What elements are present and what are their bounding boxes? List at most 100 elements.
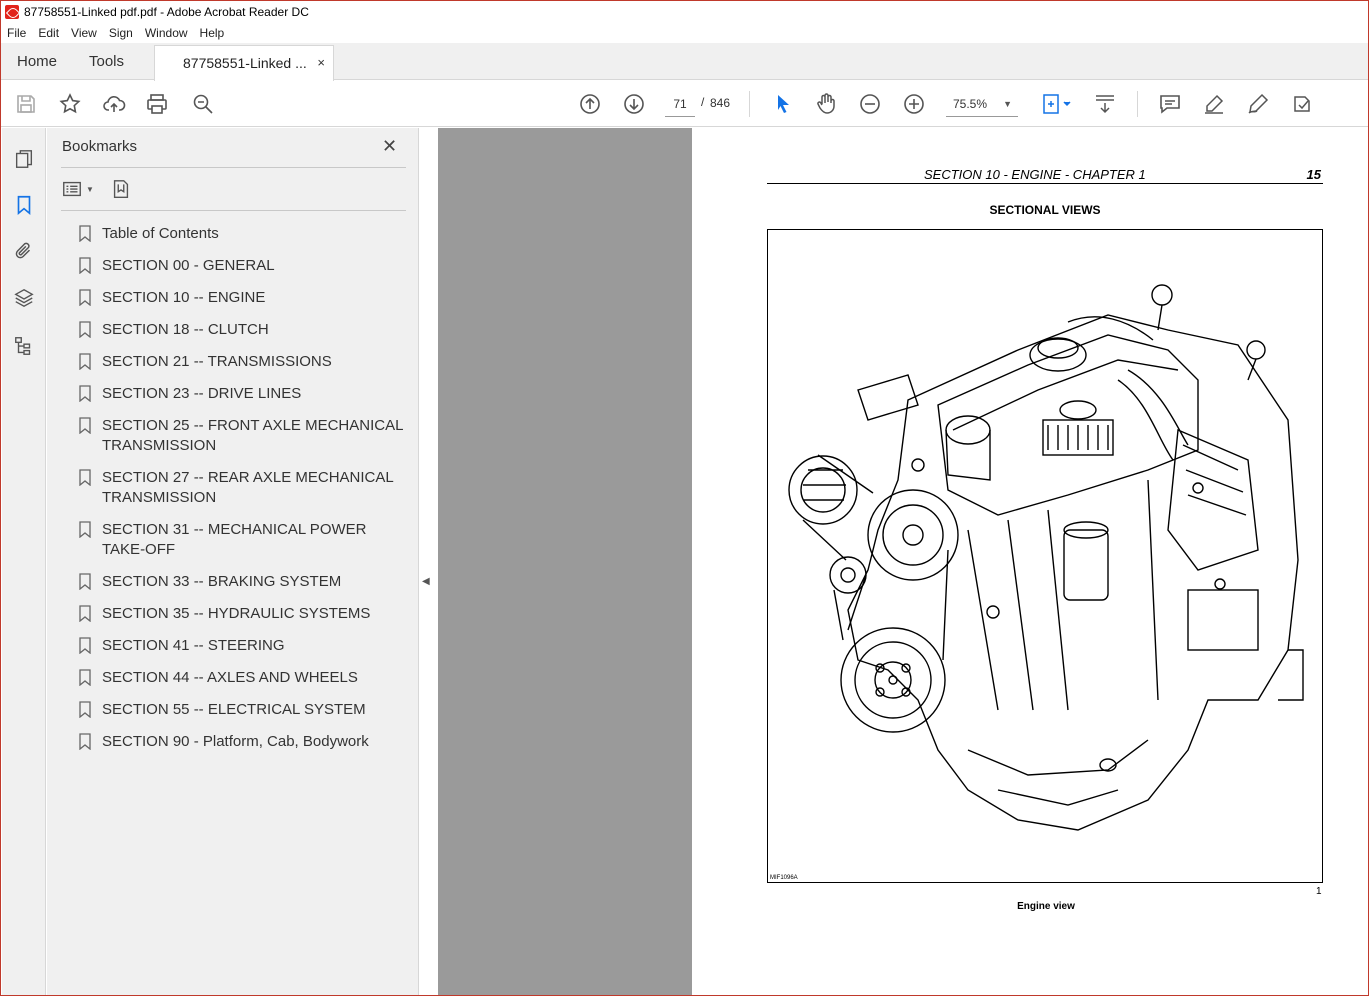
tab-document[interactable]: 87758551-Linked ... × [154,45,334,81]
bookmark-icon [79,573,91,590]
bookmark-item[interactable]: SECTION 55 -- ELECTRICAL SYSTEM [77,700,407,720]
close-tab-icon[interactable]: × [317,46,325,80]
collapse-panel-icon[interactable]: ◀ [422,576,432,590]
bookmark-item[interactable]: SECTION 90 - Platform, Cab, Bodywork [77,732,407,752]
zoom-in-icon[interactable] [900,90,928,118]
zoom-out-icon[interactable] [856,90,884,118]
bookmark-item[interactable]: SECTION 00 - GENERAL [77,256,407,276]
sign-pen-icon[interactable] [1244,90,1272,118]
bookmark-icon [79,353,91,370]
bookmark-icon [79,469,91,486]
bookmark-label: SECTION 21 -- TRANSMISSIONS [102,353,332,370]
bookmark-label: Table of Contents [102,225,219,242]
pdf-page: SECTION 10 - ENGINE - CHAPTER 1 15 SECTI… [692,128,1368,995]
bookmark-item[interactable]: SECTION 33 -- BRAKING SYSTEM [77,572,407,592]
upload-cloud-icon[interactable] [100,90,128,118]
bookmark-item[interactable]: Table of Contents [77,224,407,244]
bookmark-icon [79,637,91,654]
menu-view[interactable]: View [65,26,103,40]
chevron-down-icon: ▼ [1003,99,1012,109]
panel-divider [61,210,406,211]
figure-number: 1 [1316,886,1322,897]
next-page-icon[interactable] [620,90,648,118]
bookmark-item[interactable]: SECTION 31 -- MECHANICAL POWER TAKE-OFF [77,520,407,560]
bookmark-item[interactable]: SECTION 23 -- DRIVE LINES [77,384,407,404]
bookmarks-panel: Bookmarks ✕ ▼ Table of Contents SECTION … [47,128,419,995]
page-thumbnails-icon[interactable] [11,146,37,172]
bookmark-star-icon[interactable] [56,90,84,118]
tab-home[interactable]: Home [17,43,57,80]
comment-icon[interactable] [1156,90,1184,118]
panel-divider [61,167,406,168]
title-bar: 87758551-Linked pdf.pdf - Adobe Acrobat … [1,1,1368,23]
zoom-level-dropdown[interactable]: 75.5% ▼ [946,91,1018,117]
menu-bar: File Edit View Sign Window Help [1,23,1368,43]
bookmark-item[interactable]: SECTION 21 -- TRANSMISSIONS [77,352,407,372]
bookmark-icon [79,385,91,402]
menu-help[interactable]: Help [194,26,231,40]
zoom-level-value: 75.5% [953,97,988,111]
highlight-pen-icon[interactable] [1200,90,1228,118]
document-view[interactable]: SECTION 10 - ENGINE - CHAPTER 1 15 SECTI… [438,128,1368,995]
print-icon[interactable] [143,90,171,118]
toolbar-divider [1137,91,1138,117]
bookmark-label: SECTION 31 -- MECHANICAL POWER TAKE-OFF [102,521,367,558]
bookmark-item[interactable]: SECTION 25 -- FRONT AXLE MECHANICAL TRAN… [77,416,407,456]
previous-page-icon[interactable] [576,90,604,118]
navigation-rail [2,128,46,995]
close-panel-icon[interactable]: ✕ [382,136,397,157]
bookmark-item[interactable]: SECTION 44 -- AXLES AND WHEELS [77,668,407,688]
acrobat-window: 87758551-Linked pdf.pdf - Adobe Acrobat … [0,0,1369,996]
bookmark-item[interactable]: SECTION 18 -- CLUTCH [77,320,407,340]
bookmark-label: SECTION 41 -- STEERING [102,637,285,654]
page-number-input[interactable]: 71 [665,91,695,117]
bookmark-icon [79,417,91,434]
menu-sign[interactable]: Sign [103,26,139,40]
bookmark-label: SECTION 33 -- BRAKING SYSTEM [102,573,342,590]
bookmark-list: Table of Contents SECTION 00 - GENERAL S… [77,224,407,764]
bookmark-icon [79,225,91,242]
layers-icon[interactable] [11,285,37,311]
bookmark-item[interactable]: SECTION 35 -- HYDRAULIC SYSTEMS [77,604,407,624]
section-header: SECTION 10 - ENGINE - CHAPTER 1 [924,167,1146,182]
structure-tree-icon[interactable] [11,333,37,359]
bookmark-options-icon[interactable]: ▼ [61,178,94,200]
figure-code: MIF1096A [770,875,798,881]
bookmark-icon [79,733,91,750]
bookmark-label: SECTION 00 - GENERAL [102,257,275,274]
bookmark-icon [79,521,91,538]
tab-tools[interactable]: Tools [89,43,124,80]
hand-tool-icon[interactable] [812,90,840,118]
bookmark-icon [79,289,91,306]
bookmarks-toolbar: ▼ [61,178,132,200]
acrobat-logo-icon [5,5,19,19]
bookmark-label: SECTION 44 -- AXLES AND WHEELS [102,669,358,686]
bookmark-icon [79,257,91,274]
menu-window[interactable]: Window [139,26,194,40]
tab-bar: Home Tools 87758551-Linked ... × [1,43,1368,81]
bookmark-label: SECTION 55 -- ELECTRICAL SYSTEM [102,701,366,718]
menu-edit[interactable]: Edit [32,26,65,40]
window-title: 87758551-Linked pdf.pdf - Adobe Acrobat … [24,5,309,19]
bookmark-label: SECTION 27 -- REAR AXLE MECHANICAL TRANS… [102,469,394,506]
bookmark-icon [79,669,91,686]
select-cursor-icon[interactable] [769,90,797,118]
bookmark-item[interactable]: SECTION 27 -- REAR AXLE MECHANICAL TRANS… [77,468,407,508]
more-tools-icon[interactable] [1288,90,1316,118]
toolbar-divider [749,91,750,117]
bookmarks-title: Bookmarks [62,138,138,155]
attachments-icon[interactable] [11,238,37,264]
add-bookmark-icon[interactable] [110,178,132,200]
menu-file[interactable]: File [1,26,32,40]
bookmark-item[interactable]: SECTION 10 -- ENGINE [77,288,407,308]
scroll-mode-icon[interactable] [1091,90,1119,118]
bookmark-icon [79,321,91,338]
bookmark-label: SECTION 18 -- CLUTCH [102,321,269,338]
bookmark-label: SECTION 25 -- FRONT AXLE MECHANICAL TRAN… [102,417,403,454]
bookmark-item[interactable]: SECTION 41 -- STEERING [77,636,407,656]
save-icon[interactable] [12,90,40,118]
zoom-search-icon[interactable] [189,90,217,118]
fit-page-icon[interactable] [1037,90,1077,118]
bookmarks-panel-icon[interactable] [11,192,37,218]
figure-caption: Engine view [1017,901,1075,912]
